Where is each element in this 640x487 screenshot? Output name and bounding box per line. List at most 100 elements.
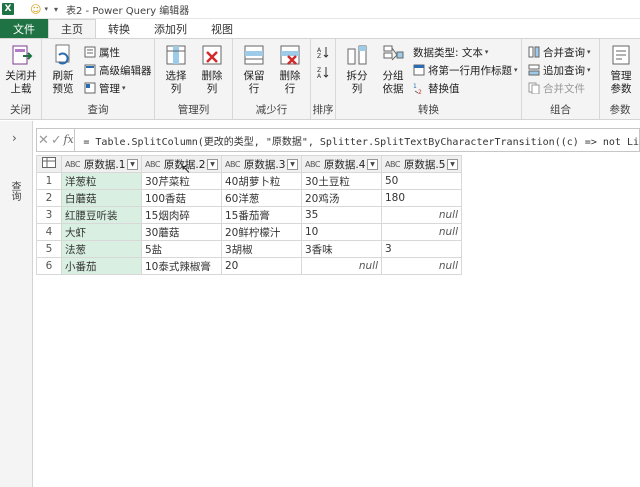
table-cell[interactable]: null <box>301 257 382 275</box>
column-header[interactable]: ABC 原数据.3 ▼ <box>221 155 302 173</box>
table-cell[interactable]: 30土豆粒 <box>301 172 382 190</box>
table-row[interactable]: 2 白蘑菇 100香菇 60洋葱 20鸡汤 180 <box>36 189 462 207</box>
first-row-headers-icon <box>413 64 425 76</box>
table-row[interactable]: 1 洋葱粒 30芹菜粒 40胡萝卜粒 30土豆粒 50 <box>36 172 462 190</box>
manage-button[interactable]: 管理 ▾ <box>84 80 126 96</box>
table-cell[interactable]: 100香菇 <box>141 189 222 207</box>
remove-columns-button[interactable]: 删除 列 <box>197 43 227 96</box>
row-number[interactable]: 2 <box>36 189 62 207</box>
sort-descending-button[interactable]: ZA <box>317 64 332 80</box>
svg-text:1: 1 <box>413 83 417 90</box>
row-number[interactable]: 6 <box>36 257 62 275</box>
replace-values-button[interactable]: 12 替换值 <box>413 80 460 97</box>
table-cell[interactable]: null <box>381 257 462 275</box>
remove-columns-icon <box>200 43 224 67</box>
table-cell[interactable]: 大虾 <box>61 223 142 241</box>
keep-rows-button[interactable]: 保留 行 <box>239 43 269 96</box>
table-cell[interactable]: 10 <box>301 223 382 241</box>
table-row[interactable]: 3 红腰豆听装 15烟肉碎 15番茄膏 35 null <box>36 206 462 224</box>
group-by-icon <box>381 43 405 67</box>
properties-button[interactable]: 属性 <box>84 44 120 60</box>
remove-rows-button[interactable]: 删除 行 <box>275 43 305 96</box>
table-cell[interactable]: 3 <box>381 240 462 258</box>
advanced-editor-button[interactable]: 高级编辑器 <box>84 62 152 78</box>
customize-toolbar-icon[interactable]: ▾ <box>54 5 58 14</box>
table-cell[interactable]: 35 <box>301 206 382 224</box>
table-row[interactable]: 5 法葱 5盐 3胡椒 3香味 3 <box>36 240 462 258</box>
combine-files-button[interactable]: 合并文件 <box>528 80 585 96</box>
table-cell[interactable]: 3香味 <box>301 240 382 258</box>
sort-descending-icon: ZA <box>317 66 329 80</box>
choose-columns-label: 选择 列 <box>165 70 187 95</box>
split-column-button[interactable]: 拆分 列 <box>342 43 372 96</box>
filter-dropdown-icon[interactable]: ▼ <box>367 158 378 170</box>
table-cell[interactable]: 15烟肉碎 <box>141 206 222 224</box>
table-cell[interactable]: 法葱 <box>61 240 142 258</box>
group-combine-label: 组合 <box>550 104 571 116</box>
append-queries-button[interactable]: 追加查询 ▾ <box>528 62 591 78</box>
table-row[interactable]: 6 小番茄 10泰式辣椒膏 20 null null <box>36 257 462 275</box>
table-cell[interactable]: 40胡萝卜粒 <box>221 172 302 190</box>
refresh-preview-button[interactable]: 刷新 预览 <box>48 43 78 96</box>
table-cell[interactable]: 180 <box>381 189 462 207</box>
row-number[interactable]: 1 <box>36 172 62 190</box>
tab-transform[interactable]: 转换 <box>96 19 142 38</box>
tab-home[interactable]: 主页 <box>48 19 96 38</box>
remove-rows-icon <box>278 43 302 67</box>
formula-input[interactable]: = Table.SplitColumn(更改的类型, "原数据", Splitt… <box>83 133 639 148</box>
cancel-formula-icon[interactable]: ✕ <box>37 133 50 148</box>
row-number[interactable]: 5 <box>36 240 62 258</box>
table-cell[interactable]: 50 <box>381 172 462 190</box>
keep-rows-label: 保留 行 <box>243 70 265 95</box>
table-cell[interactable]: 白蘑菇 <box>61 189 142 207</box>
tab-add-column[interactable]: 添加列 <box>142 19 199 38</box>
merge-queries-button[interactable]: 合并查询 ▾ <box>528 44 591 60</box>
table-cell[interactable]: 60洋葱 <box>221 189 302 207</box>
table-cell[interactable]: 20 <box>221 257 302 275</box>
choose-columns-button[interactable]: 选择 列 <box>161 43 191 96</box>
table-cell[interactable]: 红腰豆听装 <box>61 206 142 224</box>
queries-pane-label[interactable]: 查询 <box>9 181 22 201</box>
table-cell[interactable]: 洋葱粒 <box>61 172 142 190</box>
table-cell[interactable]: 15番茄膏 <box>221 206 302 224</box>
ribbon-tabs: 文件 主页 转换 添加列 视图 <box>0 19 640 38</box>
table-cell[interactable]: 20鲜柠檬汁 <box>221 223 302 241</box>
dropdown-arrow-icon[interactable]: ▾ <box>44 5 48 13</box>
table-cell[interactable]: 10泰式辣椒膏 <box>141 257 222 275</box>
table-cell[interactable]: null <box>381 223 462 241</box>
title-bar: X ☺ ▾ ▾ 表2 - Power Query 编辑器 <box>0 0 640 19</box>
column-header[interactable]: ABC 原数据.4 ▼ <box>301 155 382 173</box>
expand-pane-icon[interactable]: › <box>12 131 17 145</box>
column-header[interactable]: ABC 原数据.5 ▼ <box>381 155 462 173</box>
table-cell[interactable]: 5盐 <box>141 240 222 258</box>
table-cell[interactable]: 3胡椒 <box>221 240 302 258</box>
tab-view[interactable]: 视图 <box>199 19 245 38</box>
filter-dropdown-icon[interactable]: ▼ <box>127 158 138 170</box>
sort-ascending-icon: AZ <box>317 46 329 60</box>
table-cell[interactable]: 小番茄 <box>61 257 142 275</box>
close-and-load-button[interactable]: 关闭并 上载 <box>4 43 38 96</box>
table-cell[interactable]: null <box>381 206 462 224</box>
manage-parameters-button[interactable]: 管理 参数 <box>604 43 638 96</box>
filter-dropdown-icon[interactable]: ▼ <box>207 158 218 170</box>
column-header[interactable]: ABC 原数据.1 ▼ <box>61 155 142 173</box>
group-manage-columns: 选择 列 删除 列 管理列 <box>155 39 233 119</box>
data-type-dropdown[interactable]: 数据类型: 文本 ▾ <box>413 44 488 60</box>
combine-files-icon <box>528 82 540 95</box>
table-menu-button[interactable] <box>36 155 62 173</box>
table-row[interactable]: 4 大虾 30蘑菇 20鲜柠檬汁 10 null <box>36 223 462 241</box>
row-number[interactable]: 4 <box>36 223 62 241</box>
table-cell[interactable]: 30蘑菇 <box>141 223 222 241</box>
mouse-cursor-icon: ↖ <box>181 162 192 176</box>
filter-dropdown-icon[interactable]: ▼ <box>287 158 298 170</box>
merge-queries-icon <box>528 46 540 58</box>
tab-file[interactable]: 文件 <box>0 19 48 38</box>
use-first-row-as-headers-button[interactable]: 将第一行用作标题 ▾ <box>413 62 518 78</box>
group-by-button[interactable]: 分组 依据 <box>378 43 408 96</box>
sort-ascending-button[interactable]: AZ <box>317 44 332 60</box>
smiley-icon[interactable]: ☺ <box>30 3 41 16</box>
table-cell[interactable]: 20鸡汤 <box>301 189 382 207</box>
row-number[interactable]: 3 <box>36 206 62 224</box>
confirm-formula-icon[interactable]: ✓ <box>50 133 63 148</box>
filter-dropdown-icon[interactable]: ▼ <box>447 158 458 170</box>
